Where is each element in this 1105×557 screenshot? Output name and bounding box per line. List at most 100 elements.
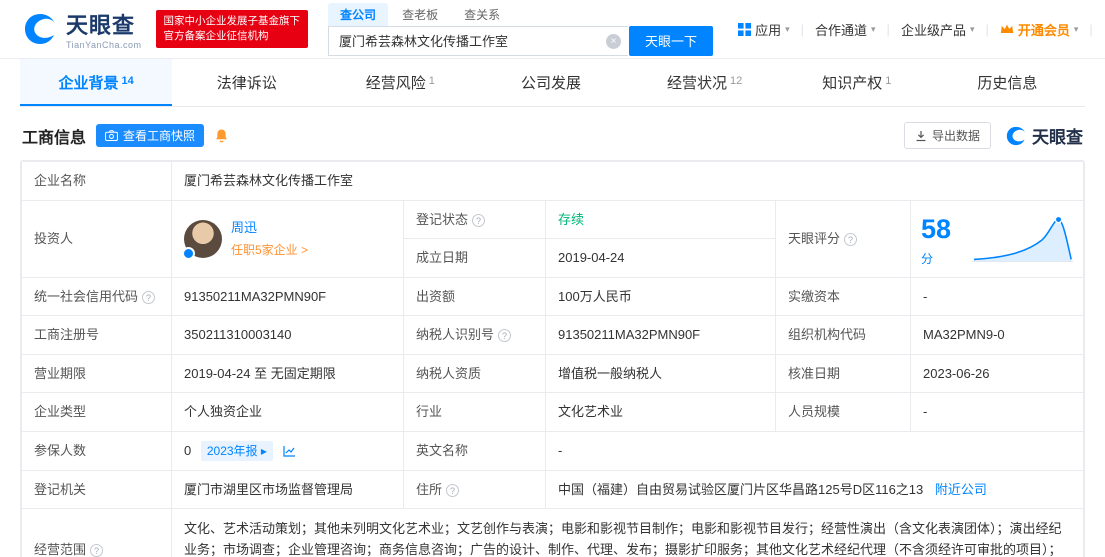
table-row: 参保人数 0 2023年报 ▸ 英文名称 -: [22, 431, 1084, 470]
clear-search-icon[interactable]: ×: [606, 34, 621, 49]
investor-cell: 周迅 任职5家企业 >: [172, 200, 404, 277]
table-row: 经营范围? 文化、艺术活动策划；其他未列明文化艺术业；文艺创作与表演；电影和影视…: [22, 509, 1084, 557]
taxpayer-quality-label: 纳税人资质: [404, 354, 546, 393]
paid-capital-value: -: [911, 277, 1084, 316]
tab-company-background[interactable]: 企业背景14: [20, 59, 172, 106]
tab-legal-proceedings[interactable]: 法律诉讼: [172, 59, 324, 106]
score-curve-chart: [972, 213, 1073, 265]
business-scope-value: 文化、艺术活动策划；其他未列明文化艺术业；文艺创作与表演；电影和影视节目制作；电…: [172, 509, 1084, 557]
company-type-label: 企业类型: [22, 393, 172, 432]
nav-apps[interactable]: 应用▾: [727, 20, 801, 39]
table-row: 投资人 周迅 任职5家企业 > 登记状态? 存续 天眼评分? 58分: [22, 200, 1084, 239]
english-name-value: -: [546, 431, 1084, 470]
help-icon[interactable]: ?: [472, 214, 485, 227]
tianyancha-logo[interactable]: 天眼查 TianYanCha.com: [22, 8, 142, 50]
taxpayer-quality-value: 增值税一般纳税人: [546, 354, 776, 393]
company-name-value: 厦门希芸森林文化传播工作室: [172, 162, 1084, 201]
view-snapshot-button[interactable]: 查看工商快照: [96, 124, 204, 147]
verified-badge-icon: [182, 247, 195, 260]
table-row: 营业期限 2019-04-24 至 无固定期限 纳税人资质 增值税一般纳税人 核…: [22, 354, 1084, 393]
business-info-table: 企业名称 厦门希芸森林文化传播工作室 投资人 周迅 任职5家企业 > 登记状态?…: [21, 161, 1084, 557]
staff-size-label: 人员规模: [776, 393, 911, 432]
search-tab-company[interactable]: 查公司: [328, 3, 388, 26]
table-row: 企业类型 个人独资企业 行业 文化艺术业 人员规模 -: [22, 393, 1084, 432]
credit-code-label: 统一社会信用代码?: [22, 277, 172, 316]
taxpayer-id-label: 纳税人识别号?: [404, 316, 546, 355]
reg-status-label: 登记状态?: [404, 200, 546, 239]
capital-label: 出资额: [404, 277, 546, 316]
nav-open-vip[interactable]: 开通会员▾: [989, 20, 1090, 39]
capital-value: 100万人民币: [546, 277, 776, 316]
tab-operation-risk[interactable]: 经营风险1: [324, 59, 476, 106]
crown-icon: [1000, 23, 1014, 35]
business-term-value: 2019-04-24 至 无固定期限: [172, 354, 404, 393]
monitor-bell-icon[interactable]: [214, 128, 229, 144]
help-icon[interactable]: ?: [446, 484, 459, 497]
trend-chart-icon[interactable]: [283, 445, 296, 457]
chevron-down-icon: ▾: [1074, 24, 1079, 35]
nearby-companies-link[interactable]: 附近公司: [935, 482, 987, 497]
industry-label: 行业: [404, 393, 546, 432]
chevron-down-icon: ▾: [970, 24, 975, 35]
address-label: 住所?: [404, 470, 546, 509]
table-row: 企业名称 厦门希芸森林文化传播工作室: [22, 162, 1084, 201]
investor-positions-link[interactable]: 任职5家企业 >: [231, 241, 308, 259]
approval-date-value: 2023-06-26: [911, 354, 1084, 393]
help-icon[interactable]: ?: [498, 329, 511, 342]
section-title: 工商信息: [22, 124, 86, 148]
table-row: 统一社会信用代码? 91350211MA32PMN90F 出资额 100万人民币…: [22, 277, 1084, 316]
help-icon[interactable]: ?: [142, 291, 155, 304]
staff-size-value: -: [911, 393, 1084, 432]
reg-status-value: 存续: [546, 200, 776, 239]
score-label: 天眼评分?: [776, 200, 911, 277]
tianyancha-logo-icon: [22, 11, 58, 47]
export-data-button[interactable]: 导出数据: [904, 122, 991, 149]
tab-operation-status[interactable]: 经营状况12: [629, 59, 781, 106]
site-header: 天眼查 TianYanCha.com 国家中小企业发展子基金旗下 官方备案企业征…: [0, 0, 1105, 58]
reg-number-value: 350211310003140: [172, 316, 404, 355]
annual-report-link[interactable]: 2023年报 ▸: [201, 441, 273, 461]
investor-avatar[interactable]: [184, 220, 222, 258]
establish-date-value: 2019-04-24: [546, 239, 776, 278]
camera-icon: [105, 130, 118, 141]
tianyancha-watermark: 天眼查: [1005, 123, 1083, 148]
establish-date-label: 成立日期: [404, 239, 546, 278]
table-row: 工商注册号 350211310003140 纳税人识别号? 91350211MA…: [22, 316, 1084, 355]
gov-certification-badge: 国家中小企业发展子基金旗下 官方备案企业征信机构: [156, 10, 309, 48]
company-section-tabs: 企业背景14 法律诉讼 经营风险1 公司发展 经营状况12 知识产权1 历史信息: [20, 59, 1085, 107]
reg-authority-label: 登记机关: [22, 470, 172, 509]
tab-history-info[interactable]: 历史信息: [933, 59, 1085, 106]
top-nav: 应用▾ | 合作通道▾ | 企业级产品▾ | 开通会员▾ | 费米▾: [727, 20, 1105, 39]
search-input[interactable]: [328, 26, 628, 56]
english-name-label: 英文名称: [404, 431, 546, 470]
search-tab-relation[interactable]: 查关系: [452, 3, 512, 26]
search-button[interactable]: 天眼一下: [629, 26, 713, 56]
paid-capital-label: 实缴资本: [776, 277, 911, 316]
nav-cooperation[interactable]: 合作通道▾: [804, 20, 887, 39]
download-icon: [915, 130, 927, 142]
reg-number-label: 工商注册号: [22, 316, 172, 355]
help-icon[interactable]: ?: [844, 233, 857, 246]
score-value: 58: [921, 214, 951, 244]
notification-bell[interactable]: [1093, 21, 1105, 37]
tab-intellectual-property[interactable]: 知识产权1: [781, 59, 933, 106]
tab-company-development[interactable]: 公司发展: [476, 59, 628, 106]
search-tab-boss[interactable]: 查老板: [390, 3, 450, 26]
org-code-value: MA32PMN9-0: [911, 316, 1084, 355]
credit-code-value: 91350211MA32PMN90F: [172, 277, 404, 316]
business-term-label: 营业期限: [22, 354, 172, 393]
logo-subtext: TianYanCha.com: [66, 40, 142, 50]
investor-name-link[interactable]: 周迅: [231, 220, 257, 235]
table-row: 登记机关 厦门市湖里区市场监督管理局 住所? 中国（福建）自由贸易试验区厦门片区…: [22, 470, 1084, 509]
help-icon[interactable]: ?: [90, 544, 103, 557]
apps-grid-icon: [738, 23, 751, 36]
business-info-toolbar: 工商信息 查看工商快照 导出数据 天眼查: [0, 107, 1105, 160]
insured-label: 参保人数: [22, 431, 172, 470]
company-name-label: 企业名称: [22, 162, 172, 201]
insured-value: 0 2023年报 ▸: [172, 431, 404, 470]
approval-date-label: 核准日期: [776, 354, 911, 393]
logo-text: 天眼查: [66, 8, 142, 40]
business-info-card: 企业名称 厦门希芸森林文化传播工作室 投资人 周迅 任职5家企业 > 登记状态?…: [20, 160, 1085, 557]
org-code-label: 组织机构代码: [776, 316, 911, 355]
nav-enterprise-product[interactable]: 企业级产品▾: [890, 20, 986, 39]
